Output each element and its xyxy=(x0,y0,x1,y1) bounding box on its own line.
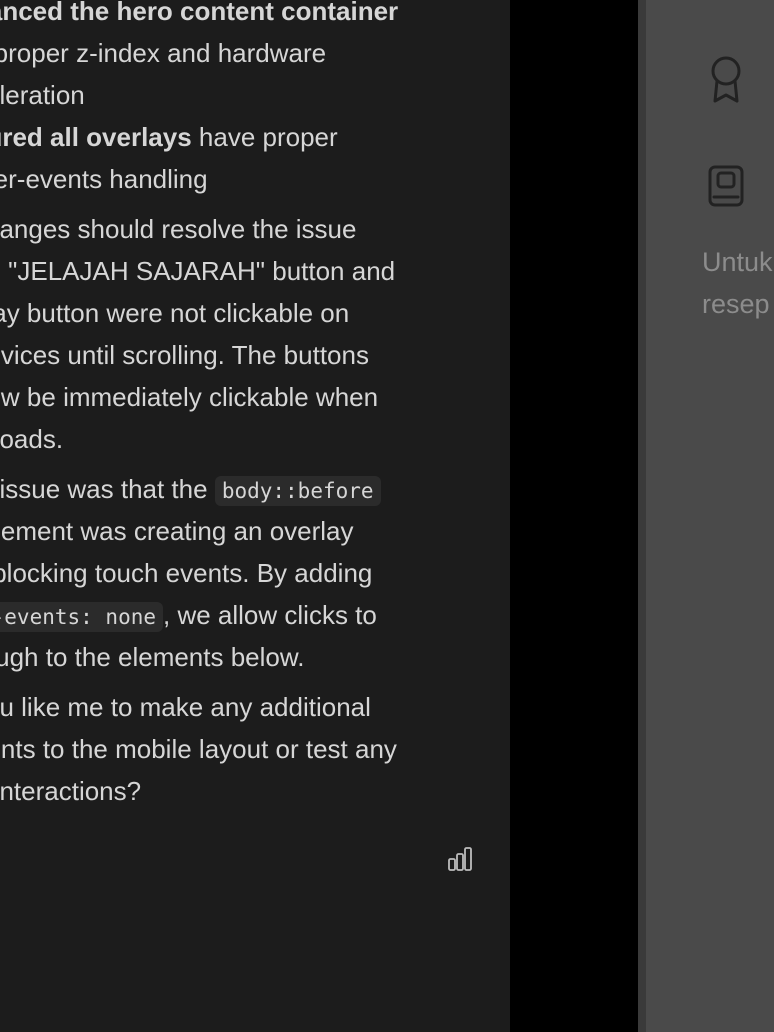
right-text-line: resep xyxy=(702,289,770,319)
award-ribbon-icon xyxy=(706,54,746,106)
right-panel-text: Untuk resep xyxy=(702,241,773,325)
message-line: devices until scrolling. The buttons xyxy=(0,340,369,370)
message-line: you like me to make any additional xyxy=(0,692,371,722)
message-line: -element was creating an overlay xyxy=(0,516,354,546)
message-line: sured all overlays have proper xyxy=(0,116,338,158)
message-line: nanced the hero content container xyxy=(0,0,398,32)
message-text: have proper xyxy=(191,122,338,152)
message-line: h proper z-index and hardware xyxy=(0,38,327,68)
message-line: celeration xyxy=(0,80,85,110)
bold-text: sured all overlays xyxy=(0,122,192,152)
message-line: e loads. xyxy=(0,424,64,454)
message-line: s blocking touch events. By adding xyxy=(0,558,373,588)
message-line: play button were not clickable on xyxy=(0,298,350,328)
message-text: in issue was that the xyxy=(0,474,208,504)
message-line: r-events: none, we allow clicks to xyxy=(0,594,377,638)
message-line: he "JELAJAH SAJARAH" button and xyxy=(0,256,396,286)
message-line: now be immediately clickable when xyxy=(0,382,379,412)
inline-code: r-events: none xyxy=(0,602,164,632)
message-line: rough to the elements below. xyxy=(0,642,305,672)
chat-panel: nanced the hero content container h prop… xyxy=(0,0,510,1032)
message-line: nents to the mobile layout or test any xyxy=(0,734,397,764)
message-line: e interactions? xyxy=(0,776,142,806)
bar-chart-icon-svg xyxy=(448,847,472,871)
book-icon xyxy=(706,160,746,212)
right-text-line: Untuk xyxy=(702,247,773,277)
message-line: in issue was that the body::before xyxy=(0,468,381,512)
message-text: , we allow clicks to xyxy=(163,600,377,630)
background-gap xyxy=(510,0,638,1032)
bold-text: nanced the hero content container xyxy=(0,0,399,26)
message-line: nter-events handling xyxy=(0,164,208,194)
bar-chart-icon[interactable] xyxy=(444,843,476,875)
inline-code: body::before xyxy=(214,476,381,506)
message-line: changes should resolve the issue xyxy=(0,214,357,244)
panel-border xyxy=(638,0,646,1032)
right-panel: Untuk resep xyxy=(646,0,774,1032)
